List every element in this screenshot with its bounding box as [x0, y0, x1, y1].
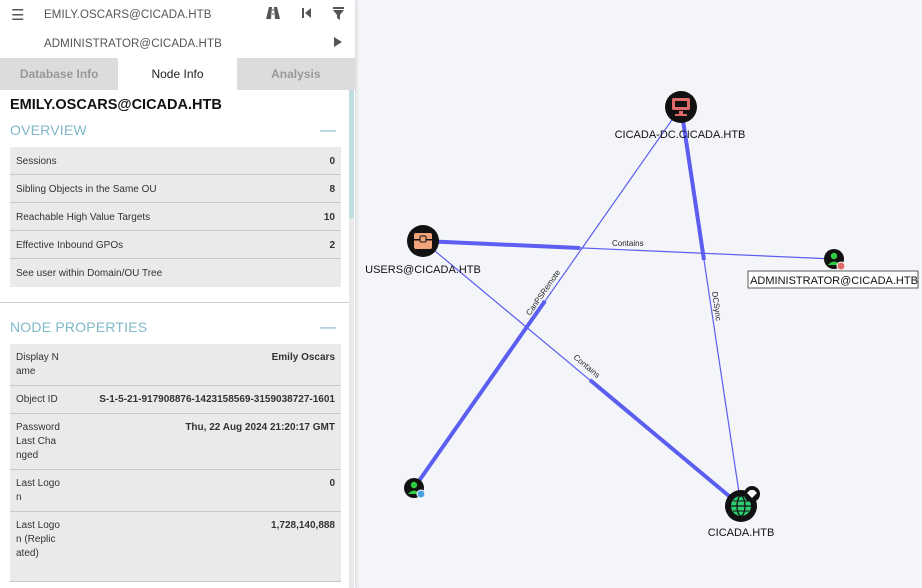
edge-domain-contains-users-thick[interactable] [588, 378, 743, 508]
row-value: Emily Oscars [271, 352, 335, 363]
node-label-users: USERS@CICADA.HTB [365, 264, 481, 276]
property-row-password-last-changed: Password Last Changed Thu, 22 Aug 2024 2… [10, 414, 341, 470]
filter-icon[interactable] [333, 7, 344, 23]
side-panel: ☰ EMILY.OSCARS@CICADA.HTB ADMINISTRATOR@… [0, 0, 355, 588]
row-label: Reachable High Value Targets [16, 212, 151, 223]
search-row-target: ADMINISTRATOR@CICADA.HTB [0, 29, 355, 58]
node-label-admin: ADMINISTRATOR@CICADA.HTB [750, 275, 918, 287]
row-label: Object ID [16, 394, 58, 405]
row-label: Sessions [16, 156, 57, 167]
row-label: See user within Domain/OU Tree [16, 268, 163, 279]
source-node-search[interactable]: EMILY.OSCARS@CICADA.HTB [44, 9, 212, 21]
badge-icon [836, 261, 846, 271]
node-dc[interactable]: CICADA-DC.CICADA.HTB [615, 91, 746, 141]
node-emily[interactable] [404, 478, 426, 499]
edge-label-canpsremote: CanPSRemote [524, 268, 562, 317]
skip-back-icon[interactable] [302, 7, 312, 22]
edge-label-contains-domain: Contains [572, 353, 602, 380]
property-row-display-name: Display Name Emily Oscars [10, 344, 341, 386]
row-value: 1,728,140,888 [271, 520, 335, 531]
road-icon[interactable] [266, 7, 280, 22]
overview-title[interactable]: OVERVIEW [10, 122, 87, 138]
node-domain[interactable]: CICADA.HTB [708, 486, 775, 539]
row-label: Sibling Objects in the Same OU [16, 184, 157, 195]
section-divider [0, 302, 349, 303]
properties-collapse-icon[interactable]: — [320, 320, 336, 336]
tab-database-info[interactable]: Database Info [0, 58, 119, 90]
scrollbar-thumb[interactable] [349, 90, 354, 218]
target-node-search[interactable]: ADMINISTRATOR@CICADA.HTB [44, 38, 222, 50]
property-row-object-id: Object ID S-1-5-21-917908876-1423158569-… [10, 386, 341, 414]
row-value: 2 [329, 240, 335, 251]
row-label: Last Logon (Replicated) [16, 520, 60, 559]
search-row-source: ☰ EMILY.OSCARS@CICADA.HTB [0, 0, 355, 29]
row-value: 0 [329, 156, 335, 167]
hamburger-icon[interactable]: ☰ [11, 6, 24, 24]
edge-users-contains-admin-thick[interactable] [422, 239, 581, 250]
tab-node-info[interactable]: Node Info [118, 58, 237, 90]
row-label: Display Name [16, 352, 59, 377]
node-label-domain: CICADA.HTB [708, 527, 775, 539]
row-value: 0 [329, 478, 335, 489]
row-value: 8 [329, 184, 335, 195]
overview-row-inbound-gpos[interactable]: Effective Inbound GPOs 2 [10, 231, 341, 259]
row-value: S-1-5-21-917908876-1423158569-3159038727… [99, 394, 335, 405]
row-label: Password Last Changed [16, 422, 60, 461]
node-name: EMILY.OSCARS@CICADA.HTB [10, 97, 222, 113]
node-properties-title[interactable]: NODE PROPERTIES [10, 319, 147, 335]
overview-row-sibling-objects[interactable]: Sibling Objects in the Same OU 8 [10, 175, 341, 203]
overview-row-domain-tree[interactable]: See user within Domain/OU Tree [10, 259, 341, 287]
row-label: Effective Inbound GPOs [16, 240, 124, 251]
property-row-last-logon-replicated: Last Logon (Replicated) 1,728,140,888 [10, 512, 341, 582]
row-value: Thu, 22 Aug 2024 21:20:17 GMT [185, 422, 335, 433]
overview-table: Sessions 0 Sibling Objects in the Same O… [10, 147, 341, 287]
play-icon[interactable] [333, 36, 343, 51]
group-icon [414, 233, 432, 249]
node-info-content: EMILY.OSCARS@CICADA.HTB OVERVIEW — Sessi… [0, 90, 349, 588]
panel-tabs: Database Info Node Info Analysis [0, 58, 355, 90]
overview-row-high-value-targets[interactable]: Reachable High Value Targets 10 [10, 203, 341, 231]
overview-collapse-icon[interactable]: — [320, 123, 336, 139]
node-administrator[interactable]: ADMINISTRATOR@CICADA.HTB [747, 249, 919, 289]
node-users[interactable]: USERS@CICADA.HTB [365, 225, 481, 276]
tab-analysis[interactable]: Analysis [236, 58, 355, 90]
node-label-dc: CICADA-DC.CICADA.HTB [615, 129, 746, 141]
edge-emily-canpsremote-dc-thick[interactable] [412, 299, 547, 490]
target-badge-icon [416, 489, 426, 499]
edge-label-contains-admin: Contains [612, 239, 644, 248]
high-value-diamond-icon [744, 486, 760, 502]
panel-scrollbar[interactable] [349, 90, 354, 588]
properties-table: Display Name Emily Oscars Object ID S-1-… [10, 344, 341, 582]
overview-row-sessions[interactable]: Sessions 0 [10, 147, 341, 175]
property-row-last-logon: Last Logon 0 [10, 470, 341, 512]
row-value: 10 [323, 212, 335, 223]
row-label: Last Logon [16, 478, 60, 503]
